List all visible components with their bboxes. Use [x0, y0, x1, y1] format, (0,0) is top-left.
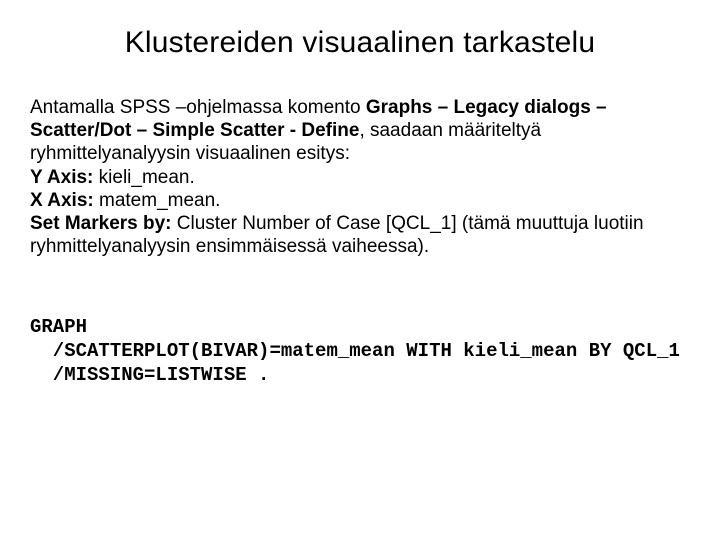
xaxis-value: matem_mean. — [94, 190, 221, 211]
page-title: Klustereiden visuaalinen tarkastelu — [30, 26, 690, 60]
code-line-2: /SCATTERPLOT(BIVAR)=matem_mean WITH kiel… — [30, 340, 680, 362]
slide: Klustereiden visuaalinen tarkastelu Anta… — [0, 0, 720, 540]
code-line-1: GRAPH — [30, 316, 87, 338]
yaxis-value: kieli_mean. — [93, 167, 194, 188]
body-text: Antamalla SPSS –ohjelmassa komento Graph… — [30, 96, 690, 258]
code-line-3: /MISSING=LISTWISE . — [30, 364, 269, 386]
yaxis-label: Y Axis: — [30, 167, 93, 188]
syntax-block: GRAPH /SCATTERPLOT(BIVAR)=matem_mean WIT… — [30, 316, 690, 387]
intro-text-a: Antamalla SPSS –ohjelmassa komento — [30, 97, 366, 118]
xaxis-label: X Axis: — [30, 190, 94, 211]
markers-label: Set Markers by: — [30, 213, 172, 234]
